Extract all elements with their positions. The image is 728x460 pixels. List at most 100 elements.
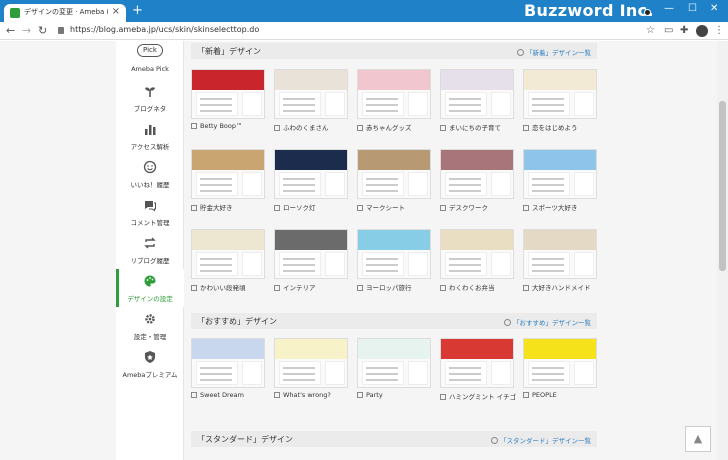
url-text: https://blog.ameba.jp/ucs/skin/skinselec… — [70, 25, 260, 34]
thumbnail-sidebar — [491, 92, 511, 116]
sidebar-item-design[interactable]: デザインの設定 — [116, 269, 184, 307]
cast-icon[interactable]: ▭ — [664, 25, 673, 36]
menu-icon[interactable]: ⋮ — [714, 25, 724, 36]
forward-icon[interactable]: → — [22, 24, 31, 37]
profile-avatar[interactable] — [696, 25, 708, 37]
design-thumbnail[interactable] — [357, 338, 431, 388]
reload-icon[interactable]: ↻ — [38, 24, 47, 37]
sidebar-item-comments[interactable]: コメント管理 — [116, 193, 184, 231]
thumbnail-sidebar — [574, 92, 594, 116]
design-name: スポーツ大好き — [532, 204, 578, 212]
design-label: What's wrong? — [274, 391, 364, 399]
thumbnail-body — [196, 252, 238, 276]
design-label: 貯金大好き — [191, 202, 281, 212]
sidebar-item-reblog[interactable]: リブログ履歴 — [116, 231, 184, 269]
sidebar-item-blog-neta[interactable]: ブログネタ — [116, 79, 184, 117]
thumbnail-body — [196, 92, 238, 116]
section-more-link[interactable]: 「新着」デザイン一覧 — [517, 47, 591, 57]
thumbnail-line — [200, 264, 232, 266]
thumbnail-line — [449, 98, 481, 100]
extensions-icon[interactable]: ✚ — [680, 25, 688, 36]
minimize-icon[interactable]: — — [664, 3, 674, 14]
thumbnail-body — [528, 361, 570, 385]
design-thumbnail[interactable] — [274, 338, 348, 388]
browser-tab[interactable]: デザインの変更 · Ameba (アメーバ) × — [4, 4, 126, 22]
thumbnail-sidebar — [242, 92, 262, 116]
design-name: デスクワーク — [449, 204, 488, 212]
layout-icon — [357, 205, 363, 211]
thumbnail-line — [449, 367, 481, 369]
design-thumbnail[interactable] — [440, 69, 514, 119]
url-field[interactable]: https://blog.ameba.jp/ucs/skin/skinselec… — [58, 24, 658, 38]
thumbnail-body — [528, 92, 570, 116]
design-thumbnail[interactable] — [440, 149, 514, 199]
design-thumbnail[interactable] — [191, 229, 265, 279]
thumbnail-body — [445, 172, 487, 196]
thumbnail-line — [366, 190, 398, 192]
thumbnail-line — [283, 178, 315, 180]
design-label: マークシート — [357, 202, 447, 212]
design-thumbnail[interactable] — [357, 149, 431, 199]
design-thumbnail[interactable] — [274, 149, 348, 199]
section-title: 「おすすめ」デザイン — [197, 317, 277, 326]
thumbnail-line — [200, 379, 232, 381]
design-thumbnail[interactable] — [191, 69, 265, 119]
gear-icon — [145, 314, 155, 324]
thumbnail-line — [532, 190, 564, 192]
design-thumbnail[interactable] — [523, 338, 597, 388]
section-more-link[interactable]: 「おすすめ」デザイン一覧 — [504, 317, 591, 327]
design-name: マークシート — [366, 204, 405, 212]
thumbnail-line — [449, 110, 481, 112]
scrollbar[interactable] — [717, 41, 728, 460]
close-window-icon[interactable]: ✕ — [710, 3, 718, 14]
thumbnail-line — [449, 379, 481, 381]
sidebar-item-label: Amebaプレミアム — [122, 371, 178, 379]
sidebar-item-premium[interactable]: Amebaプレミアム — [116, 345, 184, 383]
design-label: Party — [357, 391, 447, 399]
design-thumbnail[interactable] — [191, 149, 265, 199]
thumbnail-line — [449, 264, 481, 266]
sidebar-item-access[interactable]: アクセス解析 — [116, 117, 184, 155]
design-thumbnail[interactable] — [357, 69, 431, 119]
new-tab-icon[interactable]: + — [132, 3, 143, 18]
thumbnail-line — [366, 258, 398, 260]
design-thumbnail[interactable] — [523, 69, 597, 119]
design-name: 貯金大好き — [200, 204, 233, 212]
sidebar-item-ameba-pick[interactable]: Pick Ameba Pick — [116, 41, 184, 79]
thumbnail-sidebar — [574, 172, 594, 196]
design-thumbnail[interactable] — [357, 229, 431, 279]
record-indicator-icon — [644, 9, 651, 16]
app-area: Pick Ameba Pick ブログネタ アクセス解析 いいね！履歴 コメント… — [0, 41, 728, 460]
thumbnail-body — [528, 172, 570, 196]
thumbnail-body — [445, 361, 487, 385]
design-thumbnail[interactable] — [191, 338, 265, 388]
thumbnail-sidebar — [408, 92, 428, 116]
design-name: ふわのくまさん — [283, 124, 329, 132]
design-thumbnail[interactable] — [440, 229, 514, 279]
section-more-link[interactable]: 「スタンダード」デザイン一覧 — [491, 435, 591, 445]
sidebar-item-likes[interactable]: いいね！履歴 — [116, 155, 184, 193]
design-name: ヨーロッパ旅行 — [366, 284, 412, 292]
sidebar-item-settings[interactable]: 設定・管理 — [116, 307, 184, 345]
thumbnail-line — [200, 98, 232, 100]
thumbnail-line — [283, 98, 315, 100]
maximize-icon[interactable]: ☐ — [688, 3, 697, 14]
design-label: PEOPLE — [523, 391, 613, 399]
design-thumbnail[interactable] — [274, 69, 348, 119]
design-thumbnail[interactable] — [274, 229, 348, 279]
scrollbar-thumb[interactable] — [719, 101, 726, 271]
thumbnail-body — [196, 172, 238, 196]
close-tab-icon[interactable]: × — [112, 6, 120, 17]
design-thumbnail[interactable] — [523, 229, 597, 279]
palette-icon — [144, 275, 156, 287]
arrow-up-icon[interactable]: ▲ — [685, 426, 711, 452]
design-thumbnail[interactable] — [523, 149, 597, 199]
back-icon[interactable]: ← — [6, 24, 15, 37]
section-header-recommended: 「おすすめ」デザイン 「おすすめ」デザイン一覧 — [191, 313, 597, 329]
star-icon[interactable]: ☆ — [646, 25, 655, 36]
design-name: Party — [366, 391, 383, 399]
thumbnail-header — [441, 230, 513, 250]
arrow-circle-icon — [517, 49, 524, 56]
sidebar-item-label: コメント管理 — [130, 219, 170, 227]
design-thumbnail[interactable] — [440, 338, 514, 388]
